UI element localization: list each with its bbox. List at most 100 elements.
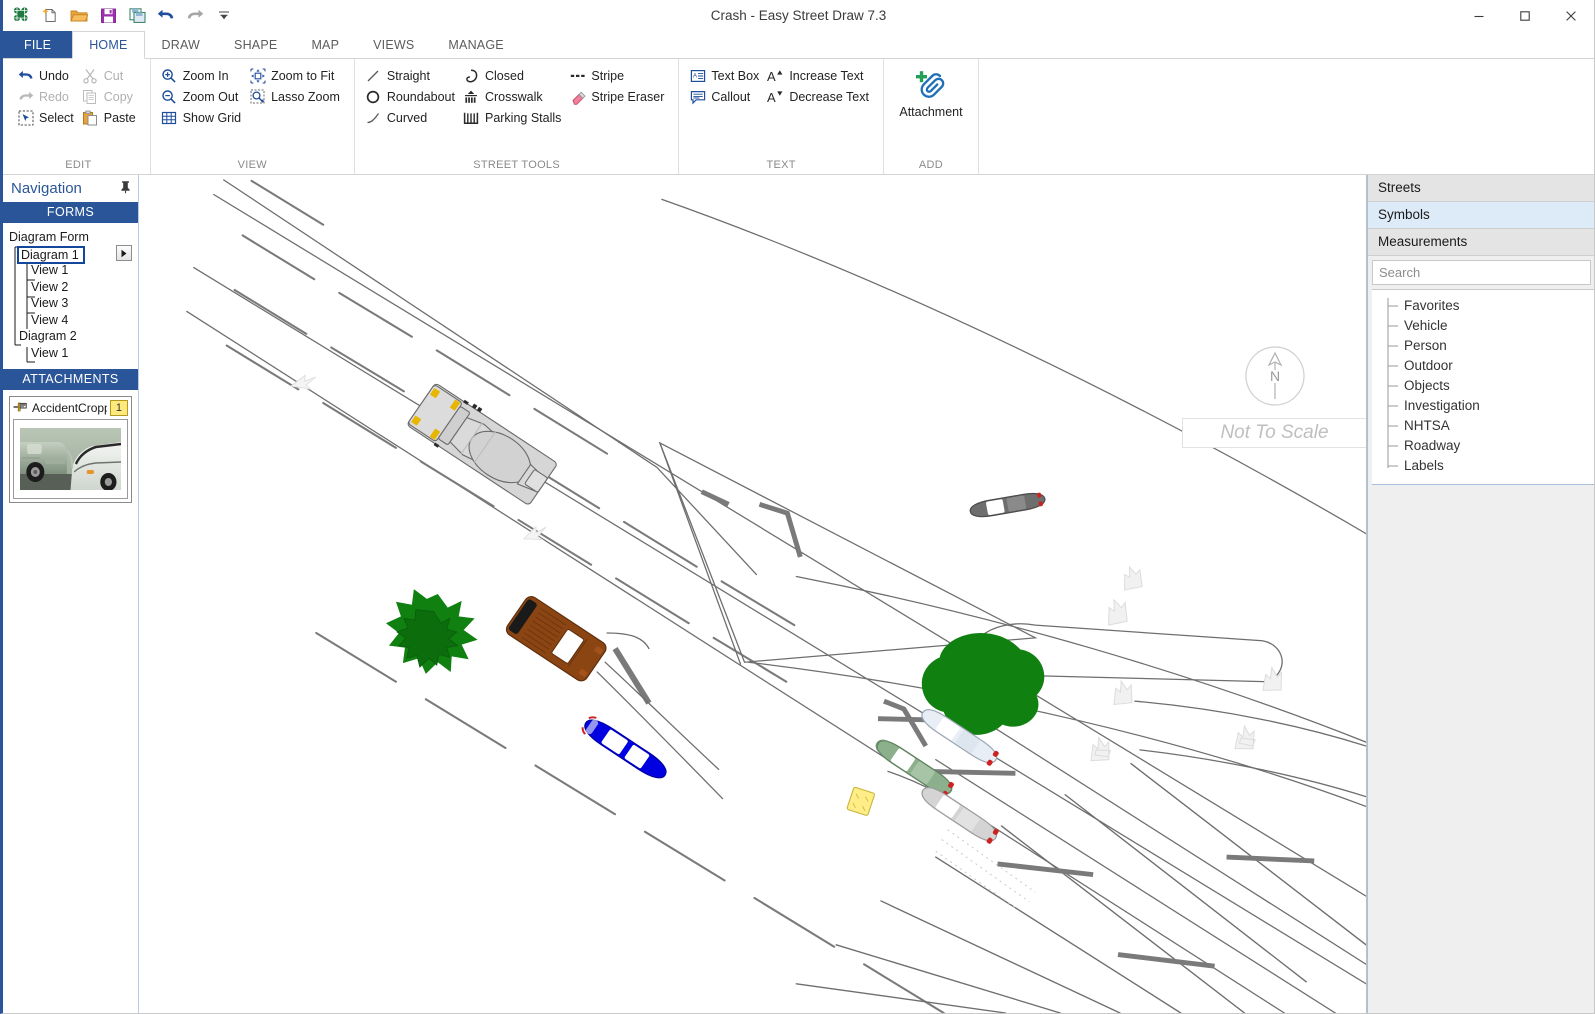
- symbol-category-investigation[interactable]: Investigation: [1372, 396, 1594, 416]
- increase-text-button[interactable]: A Increase Text: [765, 65, 875, 86]
- quick-access-toolbar: [3, 5, 234, 25]
- attachment-button[interactable]: Attachment: [892, 65, 970, 159]
- zoom-to-fit-button[interactable]: Zoom to Fit: [247, 65, 346, 86]
- stripe-button[interactable]: Stripe: [567, 65, 670, 86]
- increase-text-icon: A: [767, 67, 784, 84]
- curved-button[interactable]: Curved: [363, 107, 461, 128]
- attachment-name: AccidentCropp...: [32, 401, 107, 415]
- tree-label: Diagram 1: [17, 245, 85, 264]
- grid-icon: [161, 109, 178, 126]
- select-button[interactable]: Select: [15, 107, 80, 128]
- undo-icon[interactable]: [156, 5, 176, 25]
- open-folder-icon[interactable]: [69, 5, 89, 25]
- attachment-card[interactable]: AccidentCropp... 1: [9, 396, 132, 503]
- ribbon: Undo Redo Select Cut Copy Paste EDIT Zoo…: [3, 59, 1594, 175]
- tab-views[interactable]: VIEWS: [356, 31, 431, 58]
- attachment-label: Attachment: [899, 105, 963, 119]
- maximize-button[interactable]: [1502, 0, 1548, 31]
- closed-shape-icon: [463, 67, 480, 84]
- callout-icon: [689, 88, 706, 105]
- symbol-category-person[interactable]: Person: [1372, 336, 1594, 356]
- undo-label: Undo: [39, 68, 69, 83]
- svg-text:A: A: [693, 73, 697, 79]
- zoom-in-button[interactable]: Zoom In: [159, 65, 247, 86]
- symbol-category-roadway[interactable]: Roadway: [1372, 436, 1594, 456]
- search-input[interactable]: [1379, 265, 1584, 280]
- ribbon-group-add: Attachment ADD: [884, 59, 979, 174]
- roundabout-button[interactable]: Roundabout: [363, 86, 461, 107]
- symbol-search[interactable]: [1372, 260, 1591, 285]
- symbol-category-vehicle[interactable]: Vehicle: [1372, 316, 1594, 336]
- forms-section-header: FORMS: [3, 202, 138, 223]
- group-label-text: TEXT: [766, 159, 796, 171]
- tab-draw[interactable]: DRAW: [145, 31, 218, 58]
- window-title: Crash - Easy Street Draw 7.3: [710, 7, 887, 23]
- stripe-eraser-label: Stripe Eraser: [591, 89, 665, 104]
- tree-node-diagram1-view3[interactable]: View 3: [9, 295, 138, 312]
- save-icon[interactable]: [98, 5, 118, 25]
- crashed-vehicles-photo: [20, 428, 121, 490]
- parking-stalls-button[interactable]: Parking Stalls: [461, 107, 567, 128]
- scale-note-box[interactable]: Not To Scale: [1182, 418, 1366, 448]
- tree-node-diagram1-view1[interactable]: View 1: [9, 262, 138, 279]
- new-file-icon[interactable]: [40, 5, 60, 25]
- redo-button[interactable]: Redo: [15, 86, 80, 107]
- zoom-out-button[interactable]: Zoom Out: [159, 86, 247, 107]
- attachment-icon: [914, 69, 948, 103]
- close-button[interactable]: [1548, 0, 1594, 31]
- zoom-to-fit-label: Zoom to Fit: [271, 68, 335, 83]
- expand-tree-button[interactable]: [116, 245, 132, 261]
- tree-node-diagram2-view1[interactable]: View 1: [9, 345, 138, 362]
- lasso-zoom-icon: [249, 88, 266, 105]
- text-box-button[interactable]: A Text Box: [687, 65, 765, 86]
- callout-button[interactable]: Callout: [687, 86, 765, 107]
- diagram-canvas[interactable]: N Not To Scale: [139, 175, 1367, 1013]
- accordion-symbols[interactable]: Symbols: [1368, 202, 1594, 229]
- undo-button[interactable]: Undo: [15, 65, 80, 86]
- save-as-icon[interactable]: [127, 5, 147, 25]
- tree-node-diagram-form[interactable]: Diagram Form: [9, 229, 138, 246]
- group-label-view: VIEW: [237, 159, 267, 171]
- accordion-streets[interactable]: Streets: [1368, 175, 1594, 202]
- pin-icon[interactable]: [119, 180, 132, 197]
- app-logo-icon[interactable]: [11, 5, 31, 25]
- closed-button[interactable]: Closed: [461, 65, 567, 86]
- attachment-thumbnail-frame[interactable]: [13, 419, 128, 499]
- tab-manage[interactable]: MANAGE: [431, 31, 520, 58]
- straight-button[interactable]: Straight: [363, 65, 461, 86]
- north-compass[interactable]: N: [1244, 345, 1306, 407]
- lasso-zoom-button[interactable]: Lasso Zoom: [247, 86, 346, 107]
- stripe-eraser-button[interactable]: Stripe Eraser: [567, 86, 670, 107]
- tree-label: View 1: [31, 345, 69, 360]
- decrease-text-icon: A: [767, 88, 784, 105]
- redo-icon[interactable]: [185, 5, 205, 25]
- tab-shape[interactable]: SHAPE: [217, 31, 294, 58]
- accordion-measurements[interactable]: Measurements: [1368, 229, 1594, 256]
- group-label-street-tools: STREET TOOLS: [473, 159, 560, 171]
- symbol-category-outdoor[interactable]: Outdoor: [1372, 356, 1594, 376]
- zoom-out-icon: [161, 88, 178, 105]
- symbol-category-nhtsa[interactable]: NHTSA: [1372, 416, 1594, 436]
- closed-label: Closed: [484, 68, 524, 83]
- symbol-category-objects[interactable]: Objects: [1372, 376, 1594, 396]
- tree-node-diagram-2[interactable]: Diagram 2: [9, 328, 138, 345]
- zoom-in-label: Zoom In: [182, 68, 229, 83]
- copy-button[interactable]: Copy: [80, 86, 142, 107]
- paste-button[interactable]: Paste: [80, 107, 142, 128]
- show-grid-button[interactable]: Show Grid: [159, 107, 247, 128]
- symbol-category-labels[interactable]: Labels: [1372, 456, 1594, 476]
- tree-node-diagram1-view4[interactable]: View 4: [9, 312, 138, 329]
- symbol-category-favorites[interactable]: Favorites: [1372, 296, 1594, 316]
- customize-qat-icon[interactable]: [214, 5, 234, 25]
- tree-node-diagram1-view2[interactable]: View 2: [9, 279, 138, 296]
- copy-icon: [82, 88, 99, 105]
- cut-button[interactable]: Cut: [80, 65, 142, 86]
- tab-file[interactable]: FILE: [3, 31, 73, 58]
- crosswalk-button[interactable]: Crosswalk: [461, 86, 567, 107]
- minimize-button[interactable]: [1456, 0, 1502, 31]
- ribbon-tabs: FILE HOME DRAW SHAPE MAP VIEWS MANAGE: [3, 31, 1594, 59]
- tab-home[interactable]: HOME: [72, 31, 145, 59]
- symbols-panel-empty-area: [1368, 485, 1594, 1013]
- decrease-text-button[interactable]: A Decrease Text: [765, 86, 875, 107]
- tab-map[interactable]: MAP: [294, 31, 356, 58]
